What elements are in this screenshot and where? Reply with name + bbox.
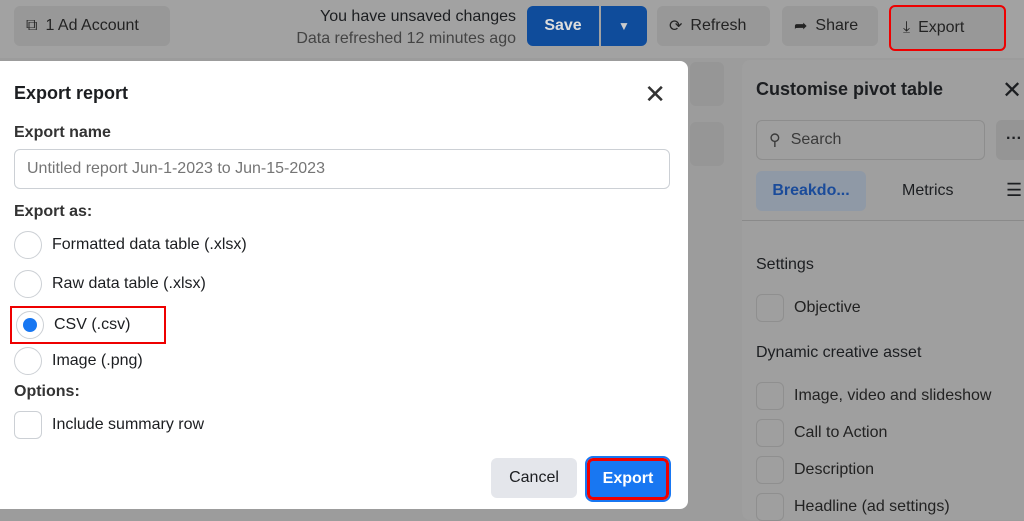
save-dropdown-button[interactable]: ▼ xyxy=(601,6,647,46)
option-item[interactable]: Headline (ad settings) xyxy=(756,493,950,521)
background-control xyxy=(690,62,724,106)
checkbox[interactable] xyxy=(756,456,784,484)
save-status: You have unsaved changes Data refreshed 1… xyxy=(296,8,516,47)
export-name-label: Export name xyxy=(14,124,111,141)
checkbox[interactable] xyxy=(14,411,42,439)
include-summary-row[interactable]: Include summary row xyxy=(14,411,204,439)
checkbox[interactable] xyxy=(756,382,784,410)
close-icon[interactable]: ✕ xyxy=(1002,76,1022,105)
section-label: Settings xyxy=(756,256,814,273)
format-xlsx-raw[interactable]: Raw data table (.xlsx) xyxy=(14,270,206,298)
divider xyxy=(742,220,1024,221)
refresh-icon: ⟳ xyxy=(669,18,683,35)
radio[interactable] xyxy=(14,231,42,259)
export-as-label: Export as: xyxy=(14,203,93,220)
search-icon: ⚲ xyxy=(769,132,781,149)
export-report-dialog: Export report ✕ Export name Export as: F… xyxy=(0,61,688,509)
tab-breakdowns[interactable]: Breakdo... xyxy=(756,171,866,211)
checkbox[interactable] xyxy=(756,294,784,322)
cancel-button[interactable]: Cancel xyxy=(491,458,577,498)
background-control xyxy=(690,122,724,166)
option-objective[interactable]: Objective xyxy=(756,294,861,322)
radio-selected[interactable] xyxy=(16,311,44,339)
export-name-input[interactable] xyxy=(14,149,670,189)
ad-account-icon: ⧉ xyxy=(26,17,38,34)
radio[interactable] xyxy=(14,270,42,298)
save-button[interactable]: Save xyxy=(527,6,599,46)
dialog-title: Export report xyxy=(14,83,129,103)
caret-down-icon: ▼ xyxy=(618,19,630,33)
panel-title: Customise pivot table xyxy=(756,79,944,99)
more-icon[interactable]: ··· xyxy=(996,120,1024,160)
options-label: Options: xyxy=(14,383,80,400)
checkbox[interactable] xyxy=(756,419,784,447)
option-item[interactable]: Image, video and slideshow xyxy=(756,382,991,410)
format-png[interactable]: Image (.png) xyxy=(14,347,143,375)
format-csv[interactable]: CSV (.csv) xyxy=(10,306,166,344)
option-item[interactable]: Description xyxy=(756,456,874,484)
refresh-button[interactable]: ⟳ Refresh xyxy=(657,6,770,46)
format-xlsx-formatted[interactable]: Formatted data table (.xlsx) xyxy=(14,231,247,259)
section-label: Dynamic creative asset xyxy=(756,344,922,361)
option-item[interactable]: Call to Action xyxy=(756,419,887,447)
customise-pivot-panel: Customise pivot table ✕ ⚲ Search ··· Brea… xyxy=(742,60,1024,521)
top-toolbar: ⧉ 1 Ad Account You have unsaved changes Da… xyxy=(0,0,1024,58)
pivot-search-input[interactable]: ⚲ Search xyxy=(756,120,985,160)
checkbox[interactable] xyxy=(756,493,784,521)
close-icon[interactable]: ✕ xyxy=(644,79,666,110)
radio[interactable] xyxy=(14,347,42,375)
ad-account-button[interactable]: ⧉ 1 Ad Account xyxy=(14,6,170,46)
tab-metrics[interactable]: Metrics xyxy=(902,182,954,200)
share-button[interactable]: ➦ Share xyxy=(782,6,878,46)
share-icon: ➦ xyxy=(794,18,808,35)
export-button[interactable]: Export xyxy=(585,456,671,502)
sort-icon[interactable]: ☰ xyxy=(1006,180,1022,201)
download-icon: ⤓ xyxy=(903,19,911,36)
export-top-button[interactable]: ⤓ Export xyxy=(889,5,1006,51)
